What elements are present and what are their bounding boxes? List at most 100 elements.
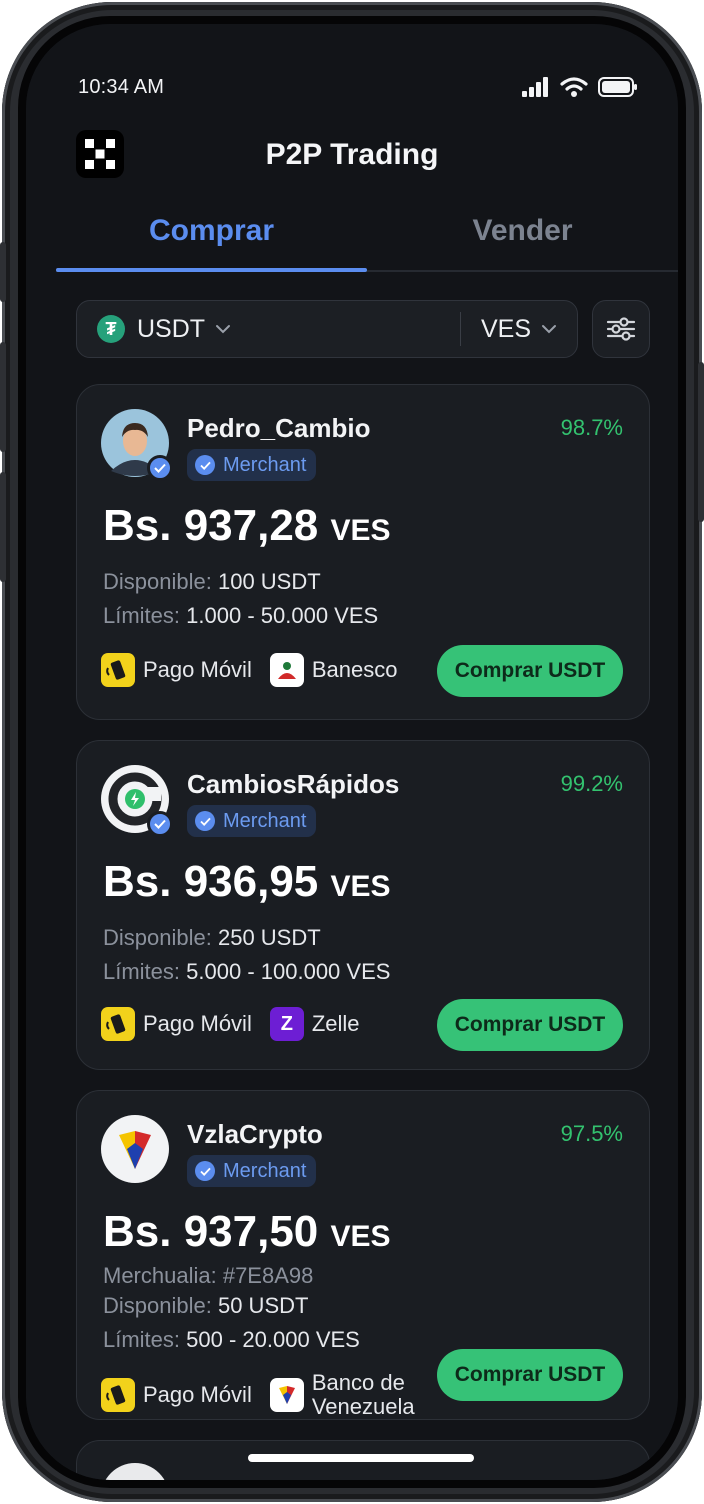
payment-methods: Pago Móvil Banco de Venezuela <box>101 1371 415 1419</box>
zelle-icon: Z <box>269 1007 304 1041</box>
mute-switch <box>0 242 6 302</box>
crypto-value: USDT <box>137 314 206 343</box>
merchant-name[interactable]: VzlaCrypto <box>187 1119 323 1150</box>
payment-method: Z Zelle <box>269 1007 360 1041</box>
price-currency: VES <box>330 1220 391 1253</box>
available-label: Disponible: <box>103 569 212 594</box>
verified-icon <box>147 455 173 481</box>
offer-card[interactable]: VzlaCrypto Merchant 97.5% Bs. 937,50 VES… <box>76 1090 650 1420</box>
tether-icon: ₮ <box>97 315 125 343</box>
offer-price: Bs. 937,50 VES <box>103 1207 391 1257</box>
chevron-down-icon <box>542 325 556 334</box>
user-avatar-icon <box>105 1463 165 1480</box>
payment-method-label: Banesco <box>311 657 398 682</box>
offer-card[interactable]: Pedro_Cambio Merchant 98.7% Bs. 937,28 V… <box>76 384 650 720</box>
status-icons <box>522 76 638 98</box>
payment-method: Banco de Venezuela <box>269 1371 415 1419</box>
limits-value: 5.000 - 100.000 VES <box>186 959 391 984</box>
completion-rate: 99.2% <box>560 771 623 796</box>
merchant-badge: Merchant <box>187 805 317 837</box>
merchant-badge-label: Merchant <box>223 1159 307 1182</box>
payment-method-label: Zelle <box>311 1011 360 1036</box>
payment-method-label: Pago Móvil <box>143 1382 252 1407</box>
wifi-icon <box>560 77 588 97</box>
buy-usdt-button[interactable]: Comprar USDT <box>437 1349 623 1401</box>
limits-row: Límites: 500 - 20.000 VES <box>103 1327 360 1353</box>
price-value: Bs. 936,95 <box>103 857 319 906</box>
app-screen: 10:34 AM P2P Trading Comprar Vender ₮ US… <box>26 24 678 1480</box>
fiat-selector[interactable]: VES <box>481 315 557 344</box>
volume-down-button <box>0 472 6 582</box>
price-value: Bs. 937,50 <box>103 1207 319 1256</box>
home-indicator[interactable] <box>248 1454 474 1462</box>
limits-label: Límites: <box>103 959 181 984</box>
offer-price: Bs. 937,28 VES <box>103 501 391 551</box>
payment-methods: Pago Móvil Banesco <box>101 653 397 687</box>
verified-check-icon <box>195 811 215 831</box>
offer-price: Bs. 936,95 VES <box>103 857 391 907</box>
merchant-name[interactable]: Pedro_Cambio <box>187 413 371 444</box>
status-bar: 10:34 AM <box>78 74 638 100</box>
avatar <box>101 409 173 481</box>
volume-up-button <box>0 342 6 452</box>
verified-check-icon <box>195 1161 215 1181</box>
available-label: Disponible: <box>103 925 212 950</box>
available-label: Disponible: <box>103 1293 212 1318</box>
payment-method-label: Pago Móvil <box>143 1011 252 1036</box>
sliders-icon <box>606 317 636 341</box>
limits-label: Límites: <box>103 603 181 628</box>
pago-movil-icon <box>101 1007 135 1041</box>
avatar <box>101 1115 169 1183</box>
payment-method-label-line1: Banco de <box>311 1370 405 1395</box>
available-row: Disponible: 50 USDT <box>103 1293 308 1319</box>
merchant-id-row: Merchualia: #7E8A98 <box>103 1263 314 1288</box>
available-row: Disponible: 100 USDT <box>103 569 321 595</box>
payment-method-label: Pago Móvil <box>143 657 252 682</box>
banco-venezuela-icon <box>269 1378 304 1412</box>
available-row: Disponible: 250 USDT <box>103 925 321 951</box>
payment-method: Pago Móvil <box>101 1007 252 1041</box>
payment-method-label: Banco de Venezuela <box>312 1371 415 1419</box>
price-currency: VES <box>330 870 391 903</box>
verified-icon <box>147 811 173 837</box>
divider <box>459 312 461 346</box>
tab-vender[interactable]: Vender <box>367 206 678 270</box>
trade-tabs: Comprar Vender <box>56 206 678 272</box>
filter-button[interactable] <box>592 300 650 358</box>
currency-pair-selector: ₮ USDT VES <box>76 300 578 358</box>
payment-method: Pago Móvil <box>101 653 252 687</box>
available-value: 50 USDT <box>217 1293 309 1318</box>
vzlacrypto-logo-icon <box>101 1115 169 1183</box>
crypto-selector[interactable]: ₮ USDT <box>97 315 231 344</box>
avatar <box>101 1463 169 1480</box>
merchant-badge: Merchant <box>187 1155 317 1187</box>
chevron-down-icon <box>216 325 231 334</box>
price-value: Bs. 937,28 <box>103 501 319 550</box>
merchant-name[interactable]: CambiosRápidos <box>187 769 399 800</box>
merchant-badge-label: Merchant <box>223 809 307 832</box>
available-value: 100 USDT <box>217 569 321 594</box>
page-title: P2P Trading <box>265 138 439 171</box>
pago-movil-icon <box>101 653 135 687</box>
screen: 10:34 AM P2P Trading Comprar Vender ₮ US… <box>18 16 686 1488</box>
payment-method: Banesco <box>269 653 398 687</box>
fiat-value: VES <box>480 314 531 343</box>
payment-method-label-line2: Venezuela <box>311 1394 415 1419</box>
verified-check-icon <box>195 455 215 475</box>
limits-value: 1.000 - 50.000 VES <box>186 603 379 628</box>
payment-method: Pago Móvil <box>101 1378 252 1412</box>
limits-row: Límites: 5.000 - 100.000 VES <box>103 959 390 985</box>
offer-card[interactable]: CambiosRápidos Merchant 99.2% Bs. 936,95… <box>76 740 650 1070</box>
buy-usdt-button[interactable]: Comprar USDT <box>437 999 623 1051</box>
tab-comprar[interactable]: Comprar <box>56 206 367 272</box>
banesco-icon <box>269 653 304 687</box>
pago-movil-icon <box>101 1378 135 1412</box>
buy-usdt-button[interactable]: Comprar USDT <box>437 645 623 697</box>
power-button <box>698 362 704 522</box>
merchant-badge: Merchant <box>187 449 317 481</box>
payment-methods: Pago Móvil Z Zelle <box>101 1007 360 1041</box>
offer-card[interactable] <box>76 1440 650 1480</box>
filter-bar: ₮ USDT VES <box>76 300 650 358</box>
limits-row: Límites: 1.000 - 50.000 VES <box>103 603 378 629</box>
merchant-badge-label: Merchant <box>223 453 307 476</box>
